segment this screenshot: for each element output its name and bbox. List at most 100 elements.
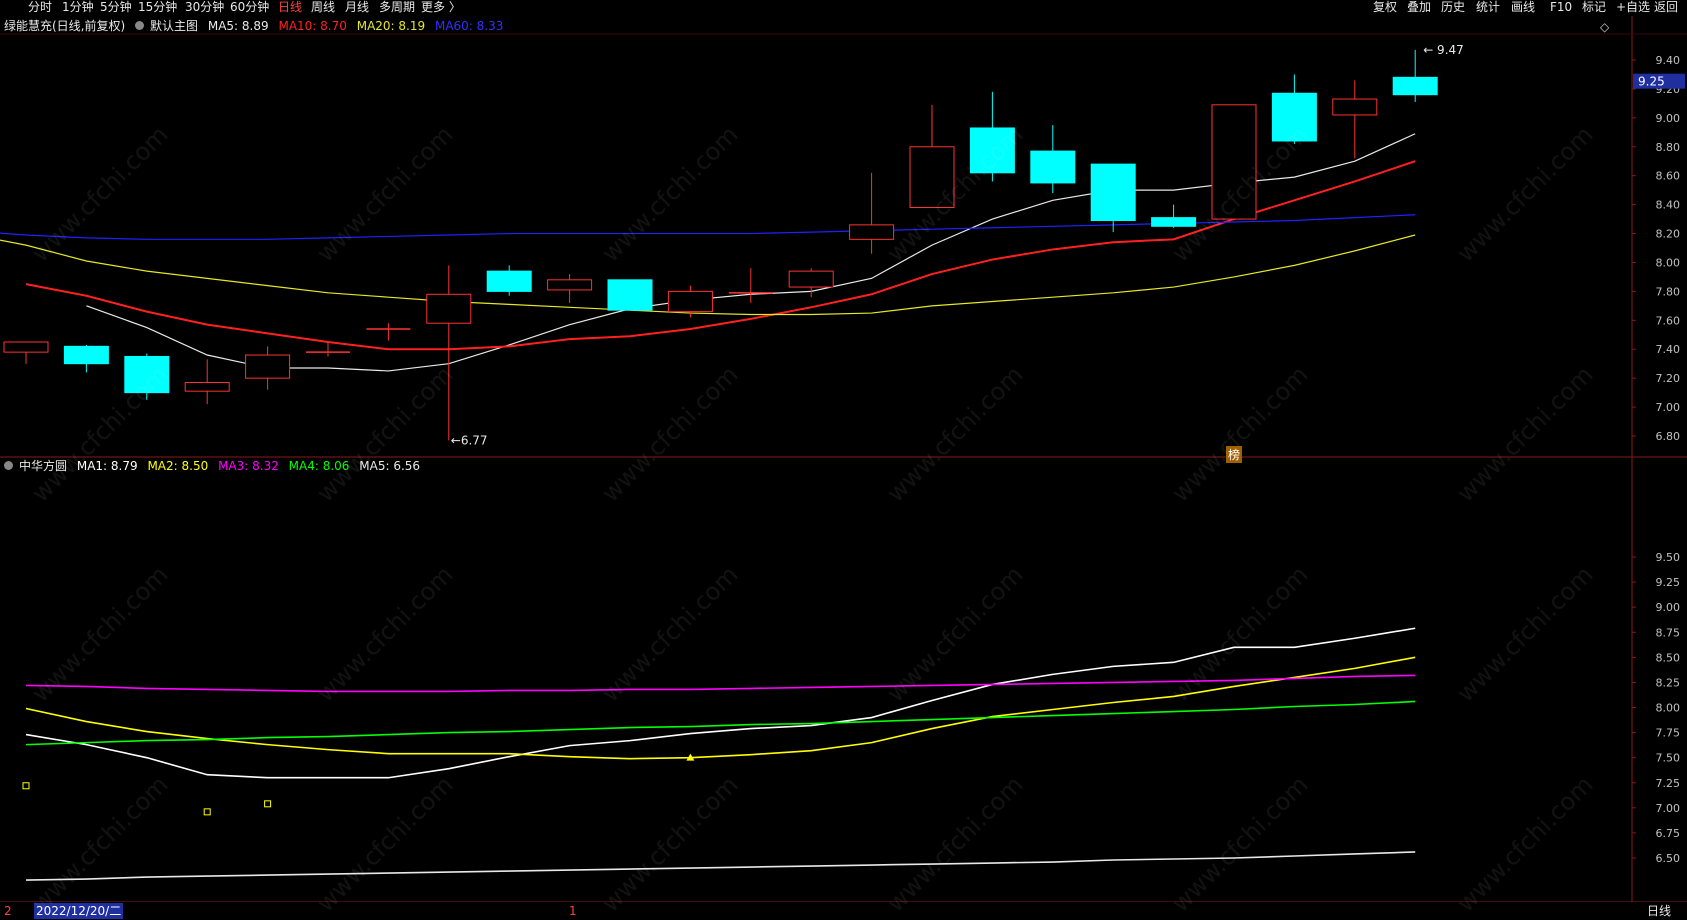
sub-ytick-label-0: 6.50	[1656, 852, 1681, 865]
toolbar-right-item-0[interactable]: 复权	[1373, 0, 1397, 15]
toolbar-item-0[interactable]: 分时	[28, 0, 52, 15]
toolbar-right-item-6[interactable]: 标记	[1582, 0, 1606, 15]
candle-body-13	[788, 270, 834, 288]
sub-indicator-name[interactable]: 中华方圆	[19, 459, 67, 473]
toolbar-right-item-8[interactable]: 返回	[1654, 0, 1678, 15]
main-ytick-label-4: 7.60	[1656, 314, 1681, 327]
main-ytick-label-3: 7.40	[1656, 343, 1681, 356]
toolbar-right-item-2[interactable]: 历史	[1441, 0, 1465, 15]
toolbar-right-item-1[interactable]: 叠加	[1407, 0, 1431, 15]
candle-body-4	[245, 354, 291, 379]
sub-marker-square-0	[22, 782, 30, 790]
main-ytick-label-9: 8.60	[1656, 170, 1681, 183]
candle-body-14	[849, 224, 895, 240]
bang-badge[interactable]: 榜	[1226, 446, 1243, 463]
toolbar-item-10[interactable]: 更多 〉	[421, 0, 461, 15]
candle-body-19	[1151, 217, 1197, 227]
main-ytick-label-10: 8.80	[1656, 141, 1681, 154]
toolbar-item-3[interactable]: 15分钟	[138, 0, 177, 15]
main-ytick-label-13: 9.40	[1656, 54, 1681, 67]
toolbar-item-1[interactable]: 1分钟	[62, 0, 94, 15]
candle-body-22	[1332, 98, 1378, 116]
sub-ma4-label: MA4: 8.06	[288, 459, 350, 473]
sub-line-ma2	[25, 656, 1416, 760]
main-ytick-label-5: 7.80	[1656, 285, 1681, 298]
high-annotation: ← 9.47	[1423, 43, 1464, 57]
sub-line-ma3	[25, 674, 1416, 693]
main-ytick-label-7: 8.20	[1656, 228, 1681, 241]
main-ytick-label-8: 8.40	[1656, 199, 1681, 212]
sub-ytick-label-9: 8.75	[1656, 626, 1681, 639]
sub-ytick-label-10: 9.00	[1656, 601, 1681, 614]
sub-ytick-label-11: 9.25	[1656, 576, 1681, 589]
main-ytick-label-0: 6.80	[1656, 430, 1681, 443]
settings-circle-icon[interactable]	[135, 21, 145, 30]
candle-body-15	[909, 146, 955, 209]
toolbar-item-6[interactable]: 日线	[278, 0, 302, 15]
candle-body-3	[184, 381, 230, 392]
candle-body-17	[1030, 150, 1076, 184]
sub-ytick-label-8: 8.50	[1656, 651, 1681, 664]
candle-body-0	[3, 341, 49, 353]
sub-line-ma1	[25, 627, 1416, 779]
bottom-left-marker: 2	[4, 904, 12, 918]
candle-body-10	[607, 279, 653, 311]
diamond-icon[interactable]: ◇	[1600, 20, 1609, 34]
toolbar-item-7[interactable]: 周线	[311, 0, 335, 15]
ma5-label: MA5: 8.89	[207, 19, 269, 33]
toolbar-item-8[interactable]: 月线	[345, 0, 369, 15]
ma60-label: MA60: 8.33	[434, 19, 504, 33]
toolbar-item-9[interactable]: 多周期	[379, 0, 415, 15]
candle-body-1	[63, 345, 109, 365]
sub-settings-circle-icon[interactable]	[4, 461, 13, 470]
toolbar-item-5[interactable]: 60分钟	[230, 0, 269, 15]
sub-ytick-label-7: 8.25	[1656, 676, 1681, 689]
candle-body-8	[486, 270, 532, 292]
candle-body-21	[1271, 92, 1317, 142]
sub-marker-square-2	[264, 800, 272, 808]
stock-name[interactable]: 绿能慧充(日线,前复权)	[4, 19, 125, 33]
candle-body-23	[1392, 76, 1438, 96]
main-ytick-label-1: 7.00	[1656, 401, 1681, 414]
sub-ytick-label-12: 9.50	[1656, 551, 1681, 564]
main-line-ma60	[0, 214, 1416, 240]
bottom-bar: 2 2022/12/20/二 1 日线	[0, 902, 1687, 920]
toolbar-right-item-7[interactable]: +自选	[1616, 0, 1650, 15]
sub-ytick-label-5: 7.75	[1656, 727, 1681, 740]
ma10-label: MA10: 8.70	[278, 19, 347, 33]
sub-ytick-label-1: 6.75	[1656, 827, 1681, 840]
toolbar-right-item-5[interactable]: F10	[1550, 0, 1572, 15]
main-indicator-name[interactable]: 默认主图	[150, 19, 198, 33]
sub-ma5-label: MA5: 6.56	[359, 459, 421, 473]
ma20-label: MA20: 8.19	[356, 19, 426, 33]
candle-body-7	[426, 293, 472, 324]
candle-body-11	[667, 290, 713, 313]
sub-line-ma5	[25, 851, 1416, 881]
bottom-mid-marker: 1	[569, 904, 577, 918]
low-annotation: ←6.77	[451, 433, 488, 447]
current-price-label: 9.25	[1638, 75, 1665, 89]
sub-ytick-label-3: 7.25	[1656, 777, 1681, 790]
sub-ma2-label: MA2: 8.50	[147, 459, 209, 473]
candle-body-9	[547, 279, 593, 291]
sub-ytick-label-4: 7.50	[1656, 752, 1681, 765]
toolbar-item-4[interactable]: 30分钟	[185, 0, 224, 15]
candle-body-20	[1211, 104, 1257, 220]
toolbar-right-item-4[interactable]: 画线	[1511, 0, 1535, 15]
candle-body-2	[124, 355, 170, 394]
crosshair-date: 2022/12/20/二	[34, 903, 124, 919]
candle-body-18	[1090, 163, 1136, 222]
main-line-ma10	[25, 160, 1416, 351]
sub-ytick-label-2: 7.00	[1656, 802, 1681, 815]
sub-ma3-label: MA3: 8.32	[218, 459, 279, 473]
sub-ma1-label: MA1: 8.79	[76, 459, 138, 473]
main-info-bar: 绿能慧充(日线,前复权) 默认主图 MA5: 8.89 MA10: 8.70 M…	[4, 17, 509, 35]
sub-marker-square-1	[203, 808, 211, 816]
sub-line-ma4	[25, 700, 1416, 746]
toolbar-right-item-3[interactable]: 统计	[1476, 0, 1500, 15]
main-ytick-label-11: 9.00	[1656, 112, 1681, 125]
period-label[interactable]: 日线	[1647, 902, 1671, 920]
main-ytick-label-6: 8.00	[1656, 256, 1681, 269]
sub-info-bar: 中华方圆 MA1: 8.79 MA2: 8.50 MA3: 8.32 MA4: …	[4, 457, 426, 475]
toolbar-item-2[interactable]: 5分钟	[100, 0, 132, 15]
